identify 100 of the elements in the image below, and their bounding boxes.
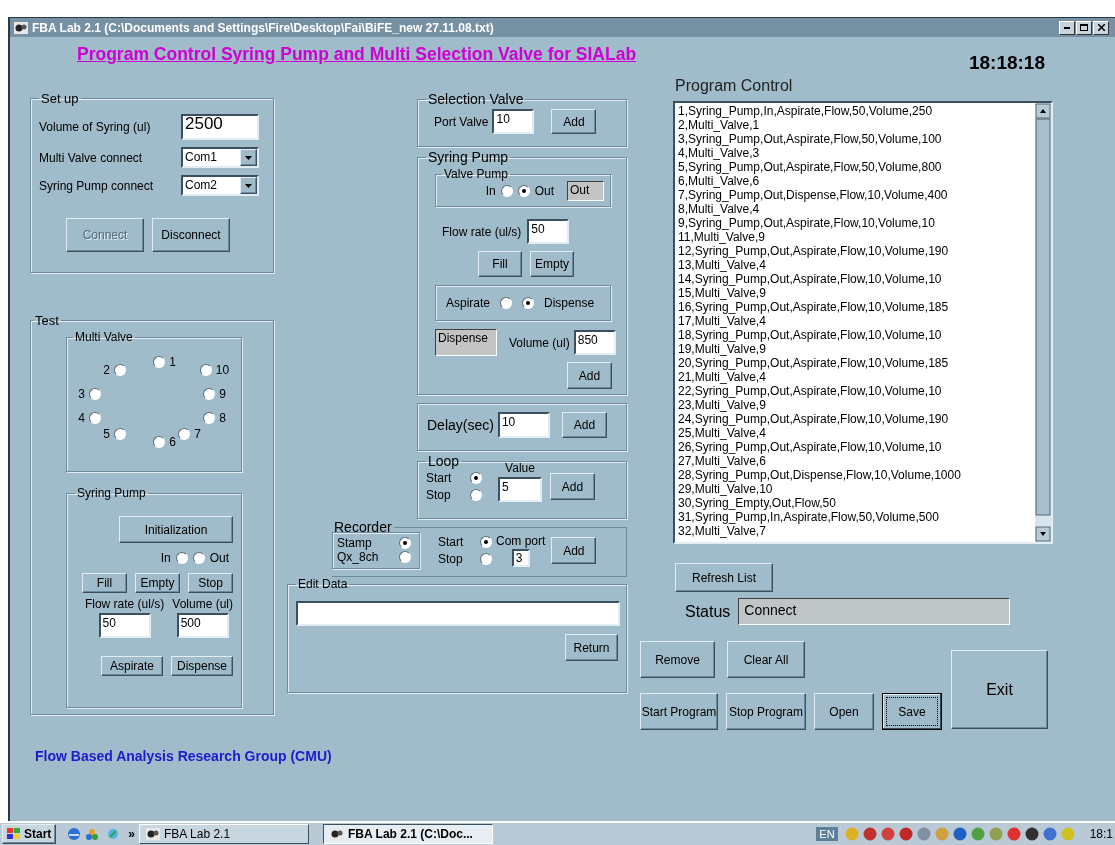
list-item[interactable]: 9,Syring_Pump,Out,Aspirate,Flow,10,Volume,10 (678, 216, 1032, 230)
list-item[interactable]: 2,Multi_Valve,1 (678, 118, 1032, 132)
connect-button[interactable]: Disconnect (152, 218, 230, 252)
input-field[interactable]: 500 (176, 613, 229, 638)
list-item[interactable]: 29,Multi_Valve,10 (678, 482, 1032, 496)
list-item[interactable]: 11,Multi_Valve,9 (678, 230, 1032, 244)
pump-button[interactable]: Dispense (171, 656, 233, 676)
program-button[interactable]: Save (882, 693, 942, 730)
radio-button[interactable] (522, 297, 535, 309)
list-item[interactable]: 31,Syring_Pump,In,Aspirate,Flow,50,Volume,500 (678, 510, 1032, 524)
port-label: 7 (194, 427, 201, 441)
radio-button[interactable] (203, 412, 216, 424)
radio-button[interactable] (88, 388, 101, 400)
radio-button[interactable] (500, 297, 513, 309)
input-field[interactable]: 50 (527, 219, 570, 244)
radio-button[interactable] (203, 388, 216, 400)
list-item[interactable]: 3,Syring_Pump,Out,Aspirate,Flow,50,Volume,100 (678, 132, 1032, 146)
list-item[interactable]: 12,Syring_Pump,Out,Aspirate,Flow,10,Volume,190 (678, 244, 1032, 258)
radio-button[interactable] (153, 356, 166, 368)
refresh-button[interactable]: Refresh List (675, 563, 773, 592)
language-indicator[interactable]: EN (816, 827, 838, 841)
taskbar-task[interactable]: FBA Lab 2.1 (C:\Doc... (323, 824, 494, 844)
pump-button[interactable]: Empty (135, 573, 180, 593)
list-item[interactable]: 17,Multi_Valve,4 (678, 314, 1032, 328)
list-item[interactable]: 23,Multi_Valve,9 (678, 398, 1032, 412)
list-item[interactable]: 27,Multi_Valve,6 (678, 454, 1032, 468)
return-button[interactable]: Return (565, 634, 618, 661)
add-button[interactable]: Add (550, 473, 595, 500)
list-item[interactable]: 24,Syring_Pump,Out,Aspirate,Flow,10,Volume,190 (678, 412, 1032, 426)
radio-button[interactable] (113, 364, 126, 376)
list-item[interactable]: 20,Syring_Pump,Out,Aspirate,Flow,10,Volume,185 (678, 356, 1032, 370)
more-chevron[interactable]: » (128, 827, 136, 841)
pump-button[interactable]: Fill (478, 251, 522, 277)
list-item[interactable]: 14,Syring_Pump,Out,Aspirate,Flow,10,Volume,10 (678, 272, 1032, 286)
initialization-button[interactable]: Initialization (119, 516, 233, 543)
list-button[interactable]: Clear All (727, 641, 805, 678)
list-item[interactable]: 22,Syring_Pump,Out,Aspirate,Flow,10,Volume,10 (678, 384, 1032, 398)
list-item[interactable]: 18,Syring_Pump,Out,Aspirate,Flow,10,Volume,10 (678, 328, 1032, 342)
list-item[interactable]: 19,Multi_Valve,9 (678, 342, 1032, 356)
add-button[interactable]: Add (551, 537, 597, 564)
add-button[interactable]: Add (561, 412, 607, 438)
taskbar-task[interactable]: FBA Lab 2.1 (139, 824, 310, 844)
list-item[interactable]: 8,Multi_Valve,4 (678, 202, 1032, 216)
program-button[interactable]: Start Program (640, 693, 718, 730)
input-field[interactable]: 2500 (181, 114, 259, 140)
program-list[interactable] (673, 101, 1053, 544)
radio-button[interactable] (517, 185, 530, 197)
list-item[interactable]: 28,Syring_Pump,Out,Dispense,Flow,10,Volume,1000 (678, 468, 1032, 482)
input-field[interactable] (296, 601, 620, 626)
list-item[interactable]: 13,Multi_Valve,4 (678, 258, 1032, 272)
list-item[interactable]: 6,Multi_Valve,6 (678, 174, 1032, 188)
input-field[interactable]: 50 (98, 613, 151, 638)
radio-button[interactable] (178, 428, 191, 440)
radio-button[interactable] (199, 364, 212, 376)
list-item[interactable]: 32,Multi_Valve,7 (678, 524, 1032, 538)
list-item[interactable]: 4,Multi_Valve,3 (678, 146, 1032, 160)
radio-button[interactable] (500, 185, 513, 197)
program-button[interactable]: Stop Program (726, 693, 806, 730)
input-field[interactable]: 5 (498, 477, 542, 502)
list-item[interactable]: 16,Syring_Pump,Out,Aspirate,Flow,10,Volume,185 (678, 300, 1032, 314)
port-dropdown[interactable]: Com1 (181, 147, 259, 168)
list-item[interactable]: 5,Syring_Pump,Out,Aspirate,Flow,50,Volume,800 (678, 160, 1032, 174)
radio-button[interactable] (175, 552, 188, 564)
list-item[interactable]: 26,Syring_Pump,Out,Aspirate,Flow,10,Volume,10 (678, 440, 1032, 454)
windows-logo-icon (7, 828, 21, 840)
input-field[interactable]: 10 (492, 109, 535, 134)
list-item[interactable]: 21,Multi_Valve,4 (678, 370, 1032, 384)
radio-button[interactable] (399, 537, 411, 549)
input-field[interactable]: 850 (573, 330, 616, 355)
port-dropdown[interactable]: Com2 (181, 175, 259, 196)
input-field[interactable]: 3 (511, 549, 530, 567)
start-button[interactable]: Start (2, 824, 57, 844)
add-button[interactable]: Add (551, 109, 597, 134)
pump-button[interactable]: Stop (188, 573, 233, 593)
close-button[interactable] (1093, 20, 1109, 35)
scrollbar[interactable] (1035, 103, 1051, 542)
maximize-button[interactable] (1076, 20, 1092, 35)
list-button[interactable]: Remove (640, 641, 715, 678)
radio-button[interactable] (399, 551, 411, 563)
radio-button[interactable] (88, 412, 101, 424)
radio-button[interactable] (153, 436, 166, 448)
radio-button[interactable] (480, 536, 492, 548)
radio-button[interactable] (113, 428, 126, 440)
list-item[interactable]: 7,Syring_Pump,Out,Dispense,Flow,10,Volume,400 (678, 188, 1032, 202)
radio-button[interactable] (470, 472, 482, 484)
pump-button[interactable]: Fill (82, 573, 127, 593)
add-button[interactable]: Add (567, 362, 612, 389)
program-button[interactable]: Open (814, 693, 874, 730)
minimize-button[interactable] (1059, 20, 1075, 35)
list-item[interactable]: 1,Syring_Pump,In,Aspirate,Flow,50,Volume,250 (678, 104, 1032, 118)
radio-button[interactable] (192, 552, 205, 564)
list-item[interactable]: 25,Multi_Valve,4 (678, 426, 1032, 440)
exit-button[interactable]: Exit (951, 650, 1048, 729)
list-item[interactable]: 15,Multi_Valve,9 (678, 286, 1032, 300)
pump-button[interactable]: Empty (530, 251, 574, 277)
radio-button[interactable] (480, 553, 492, 565)
input-field[interactable]: 10 (497, 412, 550, 438)
list-item[interactable]: 30,Syring_Empty,Out,Flow,50 (678, 496, 1032, 510)
radio-button[interactable] (470, 489, 482, 501)
pump-button[interactable]: Aspirate (101, 656, 163, 676)
